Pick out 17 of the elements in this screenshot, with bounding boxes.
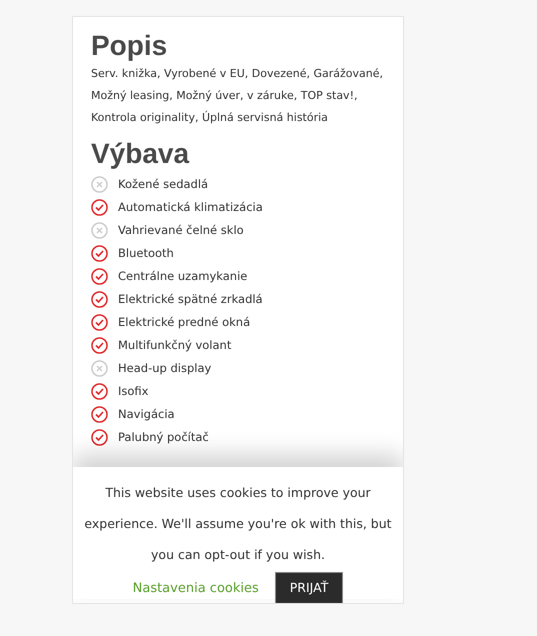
feature-label: Elektrické predné okná — [118, 314, 250, 331]
feature-label: Palubný počítač — [118, 428, 209, 446]
feature-label: Kožené sedadlá — [118, 176, 208, 193]
cookie-text: This website uses cookies to improve your experience. We'll assume you're ok with this, but you can opt-out if you wish. — [83, 484, 393, 564]
feature-label: Head-up display — [118, 360, 212, 377]
feature-label: Elektrické spätné zrkadlá — [118, 290, 263, 308]
feature-label: Vahrievané čelné sklo — [118, 222, 244, 239]
section-heading: Popis — [91, 29, 168, 63]
feature-label: Automatická klimatizácia — [118, 198, 263, 216]
section-heading: Výbava — [91, 137, 190, 171]
description-text: Serv. knižka, Vyrobené v EU, Dovezené, Garážované, Možný leasing, Možný úver, v záruke, TOP stav!, Kontrola originality, Úplná servisná história — [91, 66, 384, 126]
feature-label: Bluetooth — [118, 244, 174, 262]
feature-label: Navigácia — [118, 406, 175, 423]
feature-label: Isofix — [118, 382, 148, 400]
feature-label: Multifunkčný volant — [118, 336, 232, 354]
feature-label: Centrálne uzamykanie — [118, 268, 248, 285]
accept-button[interactable]: PRIJAŤ — [274, 572, 344, 603]
